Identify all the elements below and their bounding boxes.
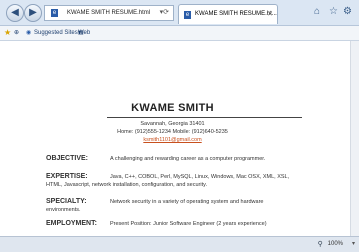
employment-label: EMPLOYMENT: <box>46 220 97 227</box>
vertical-scrollbar[interactable] <box>350 41 359 236</box>
back-button[interactable]: ◀ <box>6 4 24 22</box>
tab-title: KWAME SMITH RESUME.ht... <box>195 11 277 17</box>
employment-text: Present Position: Junior Software Engine… <box>110 221 267 227</box>
specialty-label: SPECIALTY: <box>46 198 87 205</box>
suggested-sites-icon: ◉ <box>26 30 32 36</box>
name-divider <box>107 117 302 118</box>
forward-button[interactable]: ▶ <box>24 4 42 22</box>
tools-gear-icon[interactable]: ⚙ <box>343 6 352 18</box>
tab-resume[interactable]: e KWAME SMITH RESUME.ht... ✕ <box>178 4 278 24</box>
page-icon: e <box>51 9 58 17</box>
zoom-level: 100% <box>327 241 343 247</box>
expertise-text-line1: Java, C++, COBOL, Perl, MySQL, Linux, Wi… <box>110 174 290 180</box>
favorites-star-icon[interactable]: ☆ <box>329 6 338 18</box>
browser-titlebar: ◀ ▶ e KWAME SMITH RESUME.html ▾⟳ e KWAME… <box>0 0 359 26</box>
home-icon[interactable]: ⌂ <box>314 6 320 18</box>
resume-email-link[interactable]: ksmith1101@gmail.com <box>143 137 201 143</box>
tab-page-icon: e <box>184 11 191 19</box>
resume-phones: Home: (912)555-1234 Mobile: (912)640-523… <box>117 129 228 135</box>
favorites-bar: ★ ⊕ ◉ Suggested Sites ▤ Web Slice Galler… <box>0 26 359 64</box>
expertise-label: EXPERTISE: <box>46 173 88 180</box>
favorites-star-icon[interactable]: ★ <box>4 26 11 40</box>
objective-label: OBJECTIVE: <box>46 155 89 162</box>
objective-text: A challenging and rewarding career as a … <box>110 156 266 162</box>
chevron-down-icon[interactable]: ▾ <box>352 237 355 252</box>
address-text: KWAME SMITH RESUME.html <box>67 10 151 16</box>
resume-address: Savannah, Georgia 31401 <box>140 121 205 127</box>
expertise-text-line2: HTML, Javascript, network installation, … <box>46 182 207 188</box>
resume-email-line: ksmith1101@gmail.com <box>0 137 345 143</box>
zoom-magnifier-icon: ⚲ <box>317 241 323 248</box>
address-controls-icon[interactable]: ▾⟳ <box>160 6 169 20</box>
specialty-text-line1: Network security in a variety of operati… <box>110 199 264 205</box>
zoom-control[interactable]: ⚲ 100% <box>318 237 343 252</box>
status-bar: ⚲ 100% ▾ <box>0 236 359 252</box>
suggested-sites-link[interactable]: Suggested Sites <box>34 26 78 40</box>
resume-name: KWAME SMITH <box>131 102 214 114</box>
favorites-add-icon[interactable]: ⊕ <box>14 26 19 40</box>
specialty-text-line2: environments. <box>46 207 81 213</box>
back-arrow-icon: ◀ <box>11 7 19 18</box>
forward-arrow-icon: ▶ <box>29 7 37 18</box>
address-bar[interactable]: e KWAME SMITH RESUME.html ▾⟳ <box>44 5 174 21</box>
chevron-down-icon: ▾ <box>78 30 82 36</box>
tab-close-icon[interactable]: ✕ <box>267 5 273 24</box>
